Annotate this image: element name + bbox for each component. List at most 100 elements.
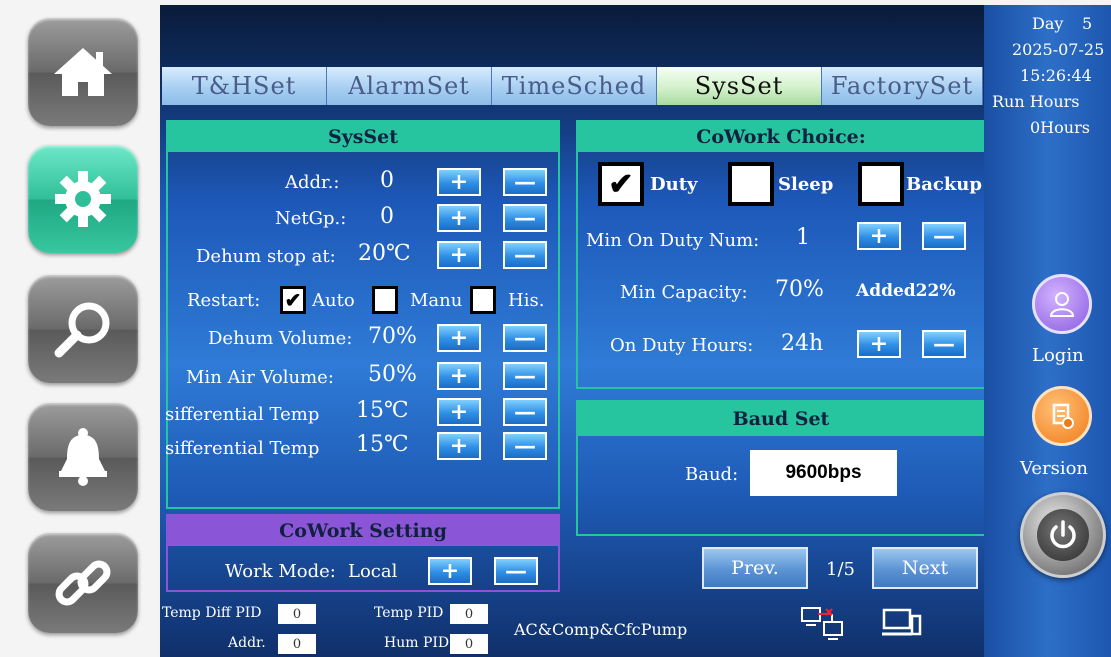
- netgp-minus-button[interactable]: —: [503, 204, 547, 232]
- login-label: Login: [1032, 345, 1084, 366]
- restart-auto-checkbox[interactable]: ✔: [280, 286, 306, 314]
- time-text: 15:26:44: [1020, 66, 1092, 85]
- restart-label: Restart:: [187, 290, 261, 311]
- bell-icon: [59, 428, 107, 486]
- hum-pid-label: Hum PID: [384, 635, 450, 651]
- bottom-addr-label: Addr.: [228, 635, 266, 651]
- diff-temp2-plus-button[interactable]: +: [437, 432, 481, 460]
- dehum-volume-plus-button[interactable]: +: [437, 324, 481, 352]
- next-button[interactable]: Next: [872, 547, 978, 589]
- on-duty-hours-plus-button[interactable]: +: [857, 330, 901, 358]
- search-button[interactable]: [28, 275, 138, 383]
- device-icon: [882, 608, 922, 636]
- diff-temp1-label: sifferential Temp: [165, 404, 320, 425]
- min-capacity-label: Min Capacity:: [620, 282, 748, 303]
- duty-label: Duty: [650, 174, 698, 195]
- addr-plus-button[interactable]: +: [437, 168, 481, 196]
- on-duty-hours-minus-button[interactable]: —: [922, 330, 966, 358]
- prev-button[interactable]: Prev.: [702, 547, 808, 589]
- backup-checkbox[interactable]: [858, 162, 904, 206]
- addr-value: 0: [380, 168, 394, 193]
- power-icon: [1050, 520, 1076, 549]
- temp-diff-pid-value: 0: [278, 604, 316, 624]
- dehum-stop-label: Dehum stop at:: [196, 246, 336, 267]
- dehum-volume-minus-button[interactable]: —: [503, 324, 547, 352]
- min-on-duty-minus-button[interactable]: —: [922, 222, 966, 250]
- device-text: AC&Comp&CfcPump: [514, 620, 688, 639]
- document-icon: [1052, 403, 1074, 429]
- dehum-volume-label: Dehum Volume:: [208, 328, 353, 349]
- tab-alarm-set[interactable]: AlarmSet: [327, 67, 492, 105]
- netgp-label: NetGp.:: [275, 208, 347, 229]
- page-indicator: 1/5: [826, 559, 855, 580]
- tab-time-sched[interactable]: TimeSched: [492, 67, 657, 105]
- day-value: 5: [1082, 14, 1093, 33]
- temp-pid-label: Temp PID: [374, 605, 444, 621]
- min-on-duty-label: Min On Duty Num:: [586, 230, 760, 251]
- dehum-stop-value: 20℃: [358, 241, 411, 266]
- min-air-plus-button[interactable]: +: [437, 362, 481, 390]
- date-text: 2025-07-25: [1012, 40, 1105, 59]
- diff-temp2-value: 15℃: [356, 432, 409, 457]
- duty-checkbox[interactable]: ✔: [598, 162, 644, 206]
- restart-auto-label: Auto: [312, 290, 355, 311]
- tab-factory-set[interactable]: FactorySet: [822, 67, 983, 105]
- home-button[interactable]: [28, 18, 138, 126]
- dehum-volume-value: 70%: [368, 324, 417, 349]
- min-air-minus-button[interactable]: —: [503, 362, 547, 390]
- work-mode-minus-button[interactable]: —: [494, 557, 538, 585]
- added-label: Added22%: [856, 281, 956, 301]
- diff-temp2-minus-button[interactable]: —: [503, 432, 547, 460]
- alarm-button[interactable]: [28, 403, 138, 511]
- version-label: Version: [1020, 458, 1089, 479]
- restart-his-checkbox[interactable]: [470, 286, 496, 314]
- home-icon: [54, 48, 112, 96]
- run-hours-value: 0Hours: [1030, 118, 1090, 137]
- work-mode-label: Work Mode:: [225, 561, 336, 582]
- diff-temp2-label: sifferential Temp: [165, 438, 320, 459]
- work-mode-plus-button[interactable]: +: [428, 557, 472, 585]
- temp-pid-value: 0: [450, 604, 488, 624]
- version-button[interactable]: [1032, 386, 1092, 446]
- temp-diff-pid-label: Temp Diff PID: [162, 605, 262, 621]
- baud-value-field[interactable]: 9600bps: [750, 450, 897, 496]
- hum-pid-value: 0: [450, 634, 488, 654]
- min-on-duty-value: 1: [796, 225, 810, 250]
- tab-th-set[interactable]: T&HSet: [162, 67, 327, 105]
- addr-minus-button[interactable]: —: [503, 168, 547, 196]
- netgp-plus-button[interactable]: +: [437, 204, 481, 232]
- sleep-label: Sleep: [778, 174, 834, 195]
- min-air-value: 50%: [368, 362, 417, 387]
- gear-icon: [55, 171, 111, 227]
- on-duty-hours-value: 24h: [781, 331, 824, 356]
- sysset-title: SysSet: [168, 122, 558, 152]
- diff-temp1-value: 15℃: [356, 398, 409, 423]
- network-disconnect-icon: [801, 607, 843, 640]
- link-button[interactable]: [28, 533, 138, 633]
- backup-label: Backup: [906, 174, 982, 195]
- min-capacity-value: 70%: [775, 277, 824, 302]
- min-air-label: Min Air Volume:: [186, 367, 334, 388]
- link-icon: [55, 560, 111, 606]
- login-button[interactable]: [1032, 274, 1092, 334]
- baud-title: Baud Set: [578, 402, 984, 436]
- settings-button[interactable]: [28, 145, 138, 253]
- restart-manu-checkbox[interactable]: [372, 286, 398, 314]
- restart-his-label: His.: [508, 290, 545, 311]
- bottom-addr-value: 0: [278, 634, 316, 654]
- dehum-stop-minus-button[interactable]: —: [503, 241, 547, 269]
- power-button[interactable]: [1020, 492, 1106, 578]
- netgp-value: 0: [380, 204, 394, 229]
- day-label: Day: [1032, 14, 1064, 33]
- sleep-checkbox[interactable]: [728, 162, 774, 206]
- tab-sys-set[interactable]: SysSet: [657, 67, 822, 105]
- restart-manu-label: Manu: [410, 290, 463, 311]
- dehum-stop-plus-button[interactable]: +: [437, 241, 481, 269]
- diff-temp1-plus-button[interactable]: +: [437, 398, 481, 426]
- diff-temp1-minus-button[interactable]: —: [503, 398, 547, 426]
- on-duty-hours-label: On Duty Hours:: [610, 335, 754, 356]
- baud-label: Baud:: [685, 464, 739, 485]
- cowork-setting-title: CoWork Setting: [168, 516, 558, 546]
- min-on-duty-plus-button[interactable]: +: [857, 222, 901, 250]
- search-icon: [54, 302, 110, 358]
